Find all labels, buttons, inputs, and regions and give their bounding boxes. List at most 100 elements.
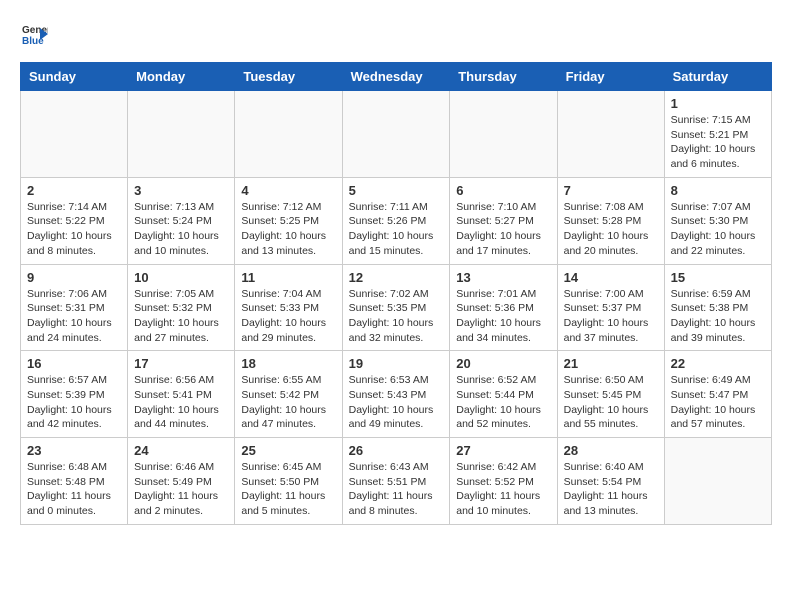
day-number: 27 [456,443,550,458]
day-number: 11 [241,270,335,285]
calendar-cell: 27 Sunrise: 6:42 AM Sunset: 5:52 PM Dayli… [450,438,557,525]
day-number: 13 [456,270,550,285]
day-number: 26 [349,443,444,458]
calendar-cell: 22 Sunrise: 6:49 AM Sunset: 5:47 PM Dayli… [664,351,771,438]
logo-icon: General Blue [20,20,48,48]
calendar-cell: 4 Sunrise: 7:12 AM Sunset: 5:25 PM Daylig… [235,177,342,264]
calendar-cell [235,91,342,178]
weekday-header-saturday: Saturday [664,63,771,91]
calendar-cell: 21 Sunrise: 6:50 AM Sunset: 5:45 PM Dayli… [557,351,664,438]
calendar-cell: 3 Sunrise: 7:13 AM Sunset: 5:24 PM Daylig… [128,177,235,264]
day-number: 8 [671,183,765,198]
day-info: Sunrise: 7:11 AM Sunset: 5:26 PM Dayligh… [349,200,444,259]
day-number: 22 [671,356,765,371]
day-info: Sunrise: 7:08 AM Sunset: 5:28 PM Dayligh… [564,200,658,259]
calendar-cell: 11 Sunrise: 7:04 AM Sunset: 5:33 PM Dayli… [235,264,342,351]
day-number: 2 [27,183,121,198]
calendar-cell: 6 Sunrise: 7:10 AM Sunset: 5:27 PM Daylig… [450,177,557,264]
day-number: 21 [564,356,658,371]
day-number: 6 [456,183,550,198]
day-info: Sunrise: 6:46 AM Sunset: 5:49 PM Dayligh… [134,460,228,519]
day-number: 16 [27,356,121,371]
day-info: Sunrise: 7:01 AM Sunset: 5:36 PM Dayligh… [456,287,550,346]
calendar-cell: 10 Sunrise: 7:05 AM Sunset: 5:32 PM Dayli… [128,264,235,351]
day-number: 18 [241,356,335,371]
day-number: 12 [349,270,444,285]
weekday-header-tuesday: Tuesday [235,63,342,91]
calendar-cell: 9 Sunrise: 7:06 AM Sunset: 5:31 PM Daylig… [21,264,128,351]
day-info: Sunrise: 6:59 AM Sunset: 5:38 PM Dayligh… [671,287,765,346]
calendar-cell: 15 Sunrise: 6:59 AM Sunset: 5:38 PM Dayli… [664,264,771,351]
day-info: Sunrise: 6:49 AM Sunset: 5:47 PM Dayligh… [671,373,765,432]
calendar-cell [21,91,128,178]
day-number: 23 [27,443,121,458]
day-number: 25 [241,443,335,458]
calendar-cell: 24 Sunrise: 6:46 AM Sunset: 5:49 PM Dayli… [128,438,235,525]
day-number: 9 [27,270,121,285]
day-info: Sunrise: 6:56 AM Sunset: 5:41 PM Dayligh… [134,373,228,432]
day-info: Sunrise: 6:55 AM Sunset: 5:42 PM Dayligh… [241,373,335,432]
day-number: 3 [134,183,228,198]
calendar-cell: 28 Sunrise: 6:40 AM Sunset: 5:54 PM Dayli… [557,438,664,525]
day-number: 24 [134,443,228,458]
calendar-cell [557,91,664,178]
calendar-cell: 8 Sunrise: 7:07 AM Sunset: 5:30 PM Daylig… [664,177,771,264]
logo: General Blue [20,20,50,48]
calendar-cell: 17 Sunrise: 6:56 AM Sunset: 5:41 PM Dayli… [128,351,235,438]
day-info: Sunrise: 6:50 AM Sunset: 5:45 PM Dayligh… [564,373,658,432]
day-number: 10 [134,270,228,285]
day-number: 7 [564,183,658,198]
weekday-header-monday: Monday [128,63,235,91]
calendar-cell: 13 Sunrise: 7:01 AM Sunset: 5:36 PM Dayli… [450,264,557,351]
calendar-cell [128,91,235,178]
day-number: 28 [564,443,658,458]
day-info: Sunrise: 7:12 AM Sunset: 5:25 PM Dayligh… [241,200,335,259]
calendar-cell: 25 Sunrise: 6:45 AM Sunset: 5:50 PM Dayli… [235,438,342,525]
calendar-cell: 26 Sunrise: 6:43 AM Sunset: 5:51 PM Dayli… [342,438,450,525]
day-number: 20 [456,356,550,371]
weekday-header-wednesday: Wednesday [342,63,450,91]
day-number: 14 [564,270,658,285]
day-number: 5 [349,183,444,198]
weekday-header-thursday: Thursday [450,63,557,91]
day-info: Sunrise: 7:13 AM Sunset: 5:24 PM Dayligh… [134,200,228,259]
calendar-cell: 5 Sunrise: 7:11 AM Sunset: 5:26 PM Daylig… [342,177,450,264]
calendar-cell: 19 Sunrise: 6:53 AM Sunset: 5:43 PM Dayli… [342,351,450,438]
day-info: Sunrise: 6:42 AM Sunset: 5:52 PM Dayligh… [456,460,550,519]
calendar-cell: 20 Sunrise: 6:52 AM Sunset: 5:44 PM Dayli… [450,351,557,438]
day-number: 15 [671,270,765,285]
calendar-cell: 16 Sunrise: 6:57 AM Sunset: 5:39 PM Dayli… [21,351,128,438]
day-info: Sunrise: 7:15 AM Sunset: 5:21 PM Dayligh… [671,113,765,172]
day-number: 19 [349,356,444,371]
day-info: Sunrise: 6:48 AM Sunset: 5:48 PM Dayligh… [27,460,121,519]
day-info: Sunrise: 6:43 AM Sunset: 5:51 PM Dayligh… [349,460,444,519]
day-info: Sunrise: 6:57 AM Sunset: 5:39 PM Dayligh… [27,373,121,432]
day-info: Sunrise: 7:04 AM Sunset: 5:33 PM Dayligh… [241,287,335,346]
day-info: Sunrise: 6:45 AM Sunset: 5:50 PM Dayligh… [241,460,335,519]
calendar-cell: 1 Sunrise: 7:15 AM Sunset: 5:21 PM Daylig… [664,91,771,178]
day-info: Sunrise: 6:53 AM Sunset: 5:43 PM Dayligh… [349,373,444,432]
day-info: Sunrise: 7:06 AM Sunset: 5:31 PM Dayligh… [27,287,121,346]
day-info: Sunrise: 7:02 AM Sunset: 5:35 PM Dayligh… [349,287,444,346]
day-info: Sunrise: 7:00 AM Sunset: 5:37 PM Dayligh… [564,287,658,346]
day-number: 17 [134,356,228,371]
weekday-header-sunday: Sunday [21,63,128,91]
day-info: Sunrise: 7:10 AM Sunset: 5:27 PM Dayligh… [456,200,550,259]
weekday-header-friday: Friday [557,63,664,91]
calendar-cell: 18 Sunrise: 6:55 AM Sunset: 5:42 PM Dayli… [235,351,342,438]
calendar-cell: 12 Sunrise: 7:02 AM Sunset: 5:35 PM Dayli… [342,264,450,351]
day-info: Sunrise: 6:40 AM Sunset: 5:54 PM Dayligh… [564,460,658,519]
calendar-cell [342,91,450,178]
calendar-cell [450,91,557,178]
day-number: 1 [671,96,765,111]
day-info: Sunrise: 7:14 AM Sunset: 5:22 PM Dayligh… [27,200,121,259]
day-number: 4 [241,183,335,198]
calendar-cell [664,438,771,525]
calendar-cell: 14 Sunrise: 7:00 AM Sunset: 5:37 PM Dayli… [557,264,664,351]
day-info: Sunrise: 7:07 AM Sunset: 5:30 PM Dayligh… [671,200,765,259]
calendar-cell: 2 Sunrise: 7:14 AM Sunset: 5:22 PM Daylig… [21,177,128,264]
calendar-cell: 7 Sunrise: 7:08 AM Sunset: 5:28 PM Daylig… [557,177,664,264]
day-info: Sunrise: 7:05 AM Sunset: 5:32 PM Dayligh… [134,287,228,346]
day-info: Sunrise: 6:52 AM Sunset: 5:44 PM Dayligh… [456,373,550,432]
calendar-table: SundayMondayTuesdayWednesdayThursdayFrid… [20,62,772,525]
